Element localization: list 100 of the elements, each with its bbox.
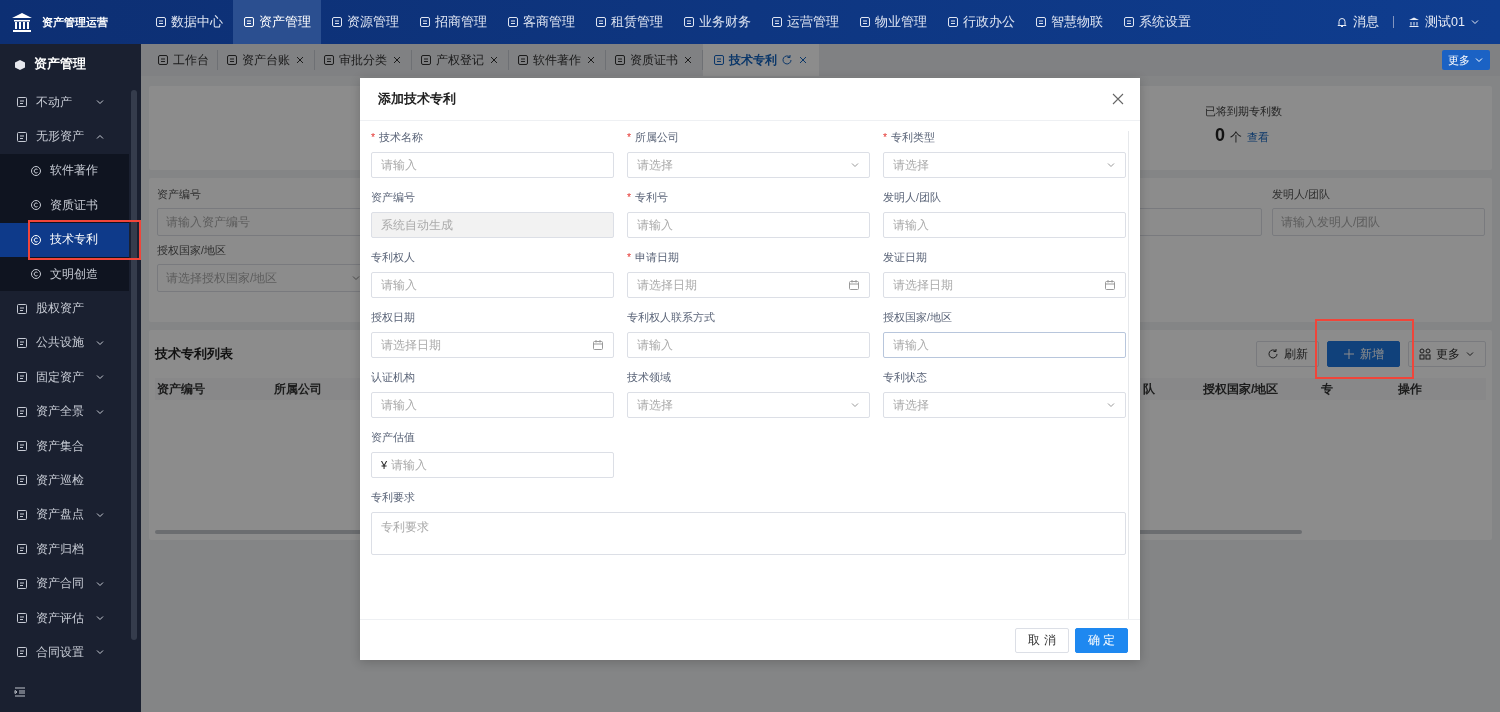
circle-icon xyxy=(30,233,42,246)
stat-unit: 个 xyxy=(1230,129,1242,146)
page-tab[interactable]: 产权登记 xyxy=(412,50,509,70)
sidebar-item[interactable]: 资产巡检 xyxy=(0,463,129,498)
circle-icon xyxy=(30,268,42,281)
field-label: 授权国家/地区 xyxy=(883,311,953,324)
page-tab[interactable]: 审批分类 xyxy=(315,50,412,70)
nav-item[interactable]: 租赁管理 xyxy=(585,0,673,44)
grid-icon xyxy=(1419,348,1431,360)
column-header: 资产编号 xyxy=(156,380,206,398)
nav-item[interactable]: 数据中心 xyxy=(145,0,233,44)
nav-item[interactable]: 资产管理 xyxy=(233,0,321,44)
field-label: 发证日期 xyxy=(883,251,928,264)
sidebar-item[interactable]: 资产全景 xyxy=(0,394,129,429)
document-icon xyxy=(947,16,959,28)
sidebar-item[interactable]: 资产盘点 xyxy=(0,497,129,533)
sidebar-item[interactable]: 公共设施 xyxy=(0,325,129,361)
page-tab[interactable]: 资产台账 xyxy=(218,50,315,70)
field-label: 专利状态 xyxy=(883,371,928,384)
bank-icon xyxy=(10,10,34,34)
nav-item[interactable]: 运营管理 xyxy=(761,0,849,44)
sidebar-item[interactable]: 资产归档 xyxy=(0,532,129,567)
field-label: 专利要求 xyxy=(371,491,416,504)
circle-icon xyxy=(30,164,42,177)
document-icon xyxy=(419,16,431,28)
sidebar-subitem[interactable]: 文明创造 xyxy=(0,256,129,292)
document-icon xyxy=(16,96,28,109)
document-icon xyxy=(1123,16,1135,28)
sidebar-subitem[interactable]: 软件著作 xyxy=(0,153,129,189)
messages-link[interactable]: 消息 xyxy=(1336,13,1380,31)
cancel-button[interactable]: 取 消 xyxy=(1015,627,1069,653)
sidebar-item[interactable]: 不动产 xyxy=(0,85,129,120)
stat-value: 0 xyxy=(1215,125,1225,146)
confirm-button[interactable]: 确 定 xyxy=(1074,627,1128,653)
sidebar-item[interactable]: 固定资产 xyxy=(0,360,129,395)
document-icon xyxy=(16,474,28,487)
document-icon xyxy=(16,302,28,315)
stat-label: 已将到期专利数 xyxy=(1205,104,1282,119)
nav-item[interactable]: 资源管理 xyxy=(321,0,409,44)
document-icon xyxy=(157,54,169,66)
scrollbar[interactable] xyxy=(131,90,137,640)
document-icon xyxy=(1035,16,1047,28)
column-header: 授权国家/地区 xyxy=(1202,380,1280,398)
nav-item[interactable]: 行政办公 xyxy=(937,0,1025,44)
document-icon xyxy=(16,336,28,349)
document-icon xyxy=(323,54,335,66)
document-icon xyxy=(331,16,343,28)
nav-item[interactable]: 招商管理 xyxy=(409,0,497,44)
sidebar-item[interactable]: 资产集合 xyxy=(0,428,129,464)
sidebar-item[interactable]: 无形资产 xyxy=(0,119,129,154)
refresh-icon xyxy=(1267,348,1279,360)
sidebar-item[interactable]: 资产评估 xyxy=(0,600,129,636)
collapse-menu-icon[interactable] xyxy=(14,686,26,698)
close-icon[interactable] xyxy=(391,54,403,66)
close-icon[interactable] xyxy=(797,54,809,66)
refresh-icon[interactable] xyxy=(781,54,793,66)
document-icon xyxy=(859,16,871,28)
nav-item[interactable]: 业务财务 xyxy=(673,0,761,44)
close-icon[interactable] xyxy=(1112,93,1124,105)
close-icon[interactable] xyxy=(488,54,500,66)
close-icon[interactable] xyxy=(585,54,597,66)
sidebar-title: 资产管理 xyxy=(34,56,86,73)
sidebar-subitem[interactable]: 技术专利 xyxy=(0,222,129,257)
chevron-down-icon xyxy=(1106,400,1116,410)
refresh-button[interactable]: 刷新 xyxy=(1256,341,1319,367)
page-tab[interactable]: 工作台 xyxy=(149,50,218,70)
chevron-down-icon xyxy=(351,273,361,283)
close-icon[interactable] xyxy=(682,54,694,66)
document-icon xyxy=(16,543,28,556)
nav-item[interactable]: 智慧物联 xyxy=(1025,0,1113,44)
sidebar-item[interactable]: 资产合同 xyxy=(0,566,129,601)
calendar-icon xyxy=(848,279,860,291)
document-icon xyxy=(16,577,28,590)
nav-item[interactable]: 物业管理 xyxy=(849,0,937,44)
column-header: 所属公司 xyxy=(273,380,323,398)
column-header: 专 xyxy=(1320,380,1331,398)
sidebar-item[interactable]: 合同设置 xyxy=(0,635,129,670)
page-tab[interactable]: 技术专利 xyxy=(703,44,819,76)
nav-item[interactable]: 客商管理 xyxy=(497,0,585,44)
user-menu[interactable]: 测试01 xyxy=(1408,13,1480,31)
field-label: 技术领域 xyxy=(627,371,672,384)
field-label: 发明人/团队 xyxy=(1272,188,1331,200)
chevron-down-icon xyxy=(850,160,860,170)
calendar-icon xyxy=(1104,279,1116,291)
bank-icon xyxy=(1408,16,1421,28)
more-button[interactable]: 更多 xyxy=(1442,50,1490,70)
page-tab[interactable]: 软件著作 xyxy=(509,50,606,70)
nav-item[interactable]: 系统设置 xyxy=(1113,0,1201,44)
document-icon xyxy=(517,54,529,66)
sidebar-subitem[interactable]: 资质证书 xyxy=(0,188,129,223)
view-link[interactable]: 查看 xyxy=(1247,131,1269,145)
chevron-down-icon xyxy=(1106,160,1116,170)
more-button[interactable]: 更多 xyxy=(1408,341,1486,367)
calendar-icon xyxy=(592,339,604,351)
close-icon[interactable] xyxy=(294,54,306,66)
circle-icon xyxy=(30,199,42,212)
sidebar-item[interactable]: 股权资产 xyxy=(0,291,129,326)
document-icon xyxy=(507,16,519,28)
field-label: 专利权人联系方式 xyxy=(627,311,716,324)
input-field[interactable]: ¥ 请输入 xyxy=(371,452,614,478)
